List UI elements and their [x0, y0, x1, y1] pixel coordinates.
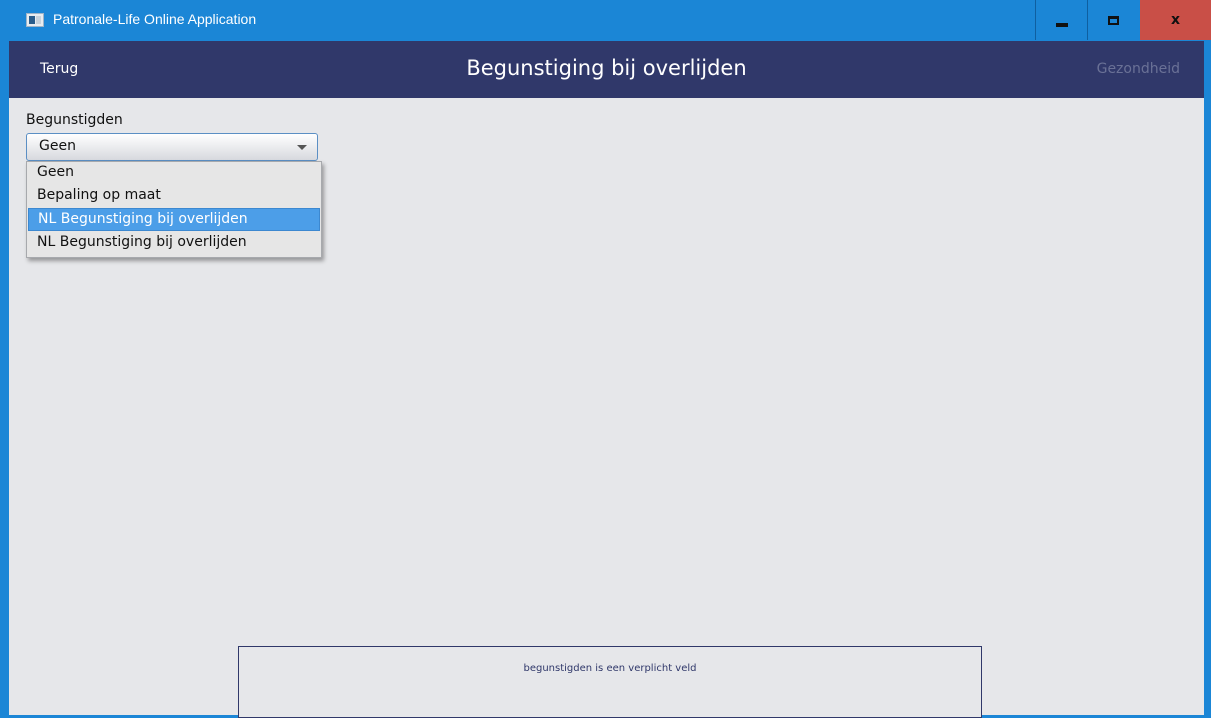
- validation-message: begunstigden is een verplicht veld: [523, 663, 697, 674]
- form-content: Begunstigden Geen Geen Bepaling op maat …: [9, 98, 1204, 718]
- selected-value: Geen: [39, 138, 76, 154]
- window-title: Patronale-Life Online Application: [53, 11, 257, 27]
- maximize-button[interactable]: [1087, 0, 1139, 40]
- validation-message-box: begunstigden is een verplicht veld: [238, 646, 982, 718]
- minimize-icon: [1055, 23, 1068, 27]
- minimize-button[interactable]: [1035, 0, 1087, 40]
- close-icon: x: [1170, 12, 1181, 28]
- app-window: Patronale-Life Online Application x Teru…: [0, 0, 1211, 718]
- page-title: Begunstiging bij overlijden: [466, 56, 747, 80]
- chevron-down-icon[interactable]: [297, 145, 307, 150]
- dropdown-option[interactable]: Bepaling op maat: [28, 185, 320, 208]
- window-titlebar[interactable]: Patronale-Life Online Application x: [0, 0, 1211, 40]
- page-header: Terug Begunstiging bij overlijden Gezond…: [9, 41, 1204, 98]
- beneficiaries-dropdown-list: Geen Bepaling op maat NL Begunstiging bi…: [26, 161, 322, 258]
- dropdown-option[interactable]: Geen: [28, 162, 320, 185]
- dropdown-option[interactable]: NL Begunstiging bij overlijden: [28, 232, 320, 255]
- next-button[interactable]: Gezondheid: [1097, 61, 1180, 77]
- maximize-icon: [1108, 15, 1119, 25]
- beneficiaries-select[interactable]: Geen: [26, 133, 318, 161]
- app-icon: [26, 13, 44, 27]
- beneficiaries-label: Begunstigden: [26, 112, 123, 128]
- dropdown-option-highlighted[interactable]: NL Begunstiging bij overlijden: [28, 208, 320, 231]
- close-button[interactable]: x: [1140, 0, 1211, 40]
